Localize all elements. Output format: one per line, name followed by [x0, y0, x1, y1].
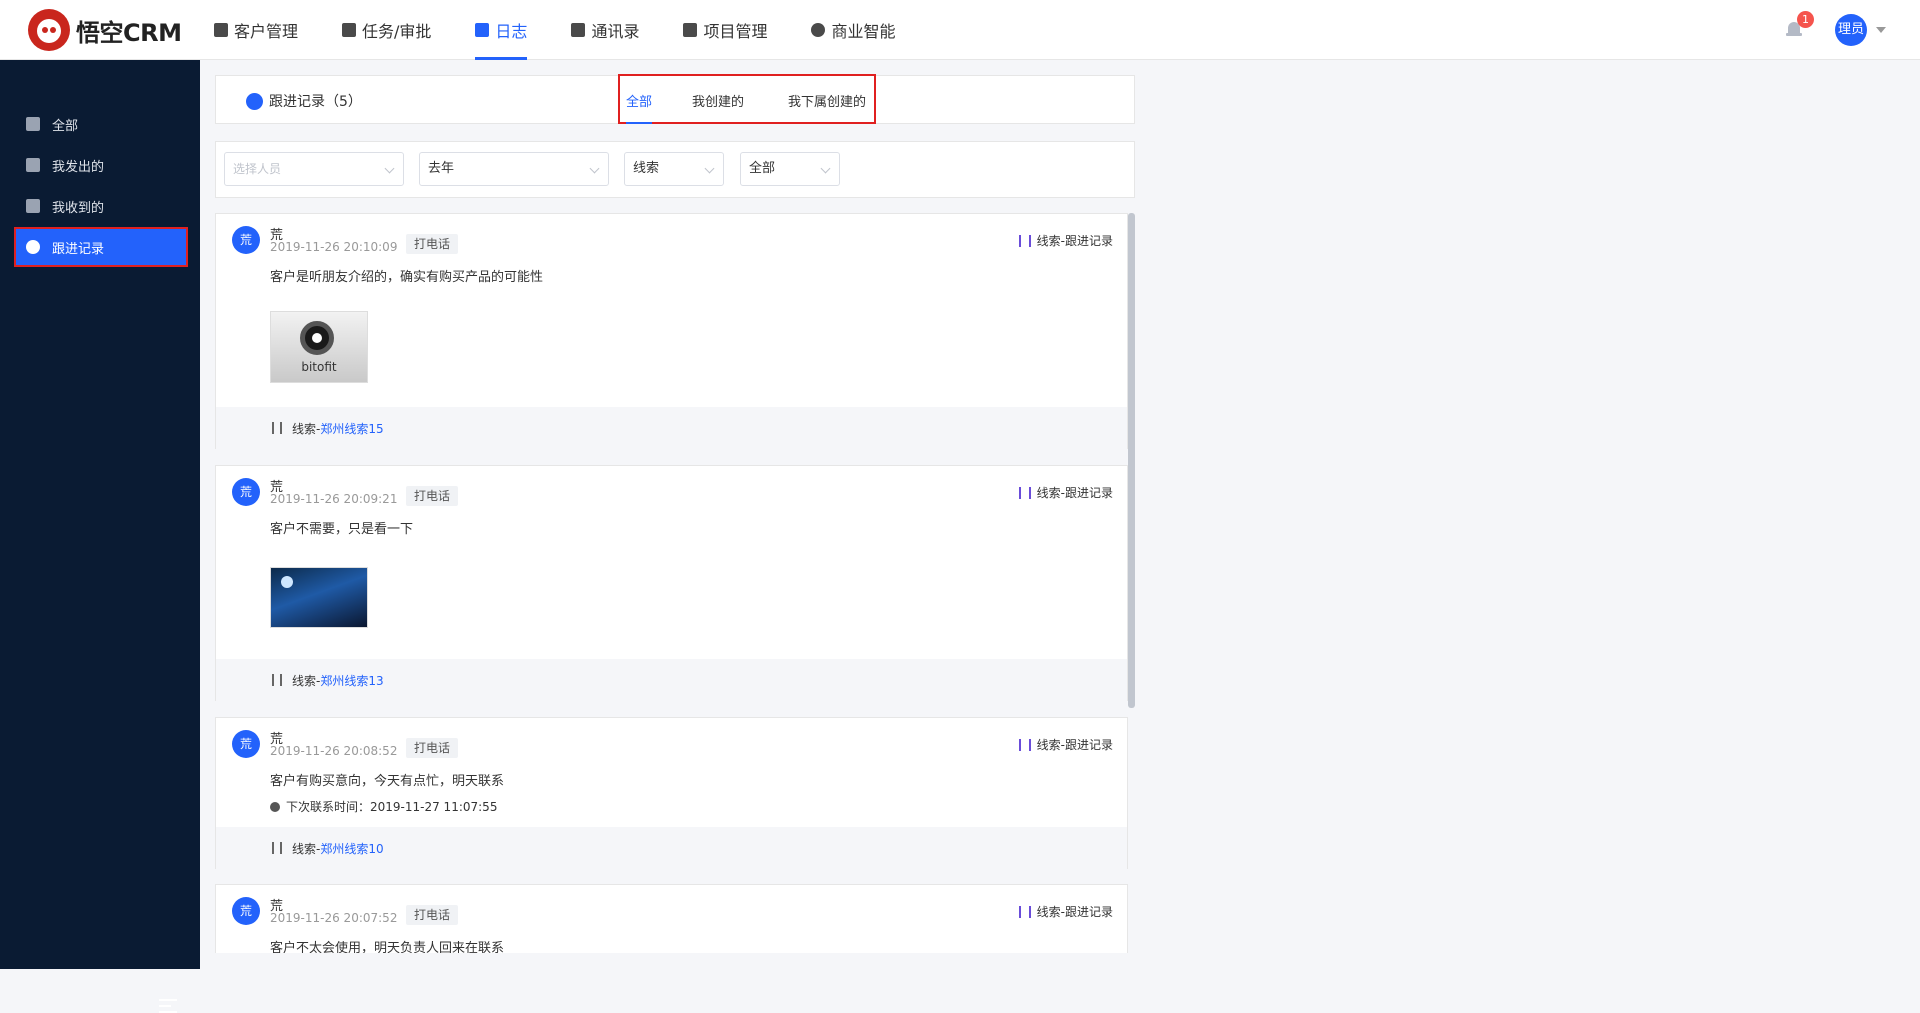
- time-range-select[interactable]: 去年: [419, 152, 609, 186]
- chat-icon: [26, 240, 40, 254]
- panel-title: 跟进记录（5）: [246, 91, 362, 111]
- caret-down-icon[interactable]: [1876, 27, 1886, 33]
- nav-customer-management[interactable]: 客户管理: [214, 0, 298, 60]
- activity-tag: 打电话: [406, 738, 459, 758]
- tab-created-by-me[interactable]: 我创建的: [692, 91, 744, 110]
- sidebar-item-follow-up[interactable]: 跟进记录: [14, 227, 188, 267]
- logo-text: 悟空CRM: [76, 18, 182, 47]
- chat-bubble-icon: [246, 92, 263, 110]
- record-time: 2019-11-26 20:07:52: [270, 911, 398, 925]
- main-nav: 客户管理 任务/审批 日志 通讯录 项目管理 商业智能: [214, 0, 939, 60]
- chevron-down-icon: [589, 163, 600, 174]
- record-origin: 线索-跟进记录: [1018, 484, 1113, 501]
- briefcase-icon: [342, 23, 357, 37]
- filter-bar: 选择人员 去年 线索 全部: [215, 141, 1135, 198]
- mail-icon: [26, 199, 40, 213]
- record-footer: 线索- 郑州线索10: [216, 827, 1127, 869]
- record-time: 2019-11-26 20:10:09: [270, 240, 398, 254]
- related-lead-link[interactable]: 郑州线索13: [320, 672, 383, 689]
- record-origin: 线索-跟进记录: [1018, 736, 1113, 753]
- nav-business-intelligence[interactable]: 商业智能: [811, 0, 895, 60]
- app-logo[interactable]: 悟空CRM: [28, 9, 182, 51]
- notification-badge: 1: [1797, 11, 1814, 28]
- activity-tag: 打电话: [406, 486, 459, 506]
- person-select[interactable]: 选择人员: [224, 152, 404, 186]
- record-time: 2019-11-26 20:08:52: [270, 744, 398, 758]
- nav-contacts[interactable]: 通讯录: [571, 0, 639, 60]
- record-card: 荒 荒 2019-11-26 20:10:09 打电话 线索-跟进记录 客户是听…: [215, 213, 1128, 449]
- sidebar-item-all[interactable]: 全部: [16, 106, 186, 142]
- bitofit-logo-icon: [300, 321, 334, 355]
- swap-icon: [272, 422, 282, 434]
- record-footer: 线索- 郑州线索13: [216, 659, 1127, 701]
- chevron-down-icon: [704, 163, 715, 174]
- sidebar-item-sent[interactable]: 我发出的: [16, 147, 186, 183]
- record-origin: 线索-跟进记录: [1018, 903, 1113, 920]
- attachment-image[interactable]: bitofit: [270, 311, 368, 383]
- nav-projects[interactable]: 项目管理: [683, 0, 767, 60]
- related-lead-link[interactable]: 郑州线索15: [320, 420, 383, 437]
- clock-icon: [270, 801, 280, 812]
- phone-book-icon: [571, 23, 586, 37]
- monkey-logo-icon: [28, 9, 70, 51]
- activity-tag: 打电话: [406, 905, 459, 925]
- log-icon: [475, 23, 490, 37]
- collapse-menu-icon[interactable]: [159, 999, 181, 1013]
- activity-tag: 打电话: [406, 234, 459, 254]
- nav-logs[interactable]: 日志: [475, 0, 528, 60]
- user-avatar[interactable]: 理员: [1835, 14, 1867, 46]
- tab-created-by-subordinates[interactable]: 我下属创建的: [788, 91, 866, 110]
- chevron-down-icon: [820, 163, 831, 174]
- tab-all[interactable]: 全部: [626, 91, 653, 124]
- avatar[interactable]: 荒: [232, 226, 260, 254]
- avatar[interactable]: 荒: [232, 478, 260, 506]
- avatar[interactable]: 荒: [232, 730, 260, 758]
- related-lead-link[interactable]: 郑州线索10: [320, 840, 383, 857]
- swap-icon: [272, 674, 282, 686]
- swap-icon: [272, 842, 282, 854]
- record-card: 荒 荒 2019-11-26 20:07:52 打电话 线索-跟进记录 客户不太…: [215, 884, 1128, 953]
- record-card: 荒 荒 2019-11-26 20:09:21 打电话 线索-跟进记录 客户不需…: [215, 465, 1128, 701]
- record-card: 荒 荒 2019-11-26 20:08:52 打电话 线索-跟进记录 客户有购…: [215, 717, 1128, 869]
- send-icon: [26, 158, 40, 172]
- sidebar: 全部 我发出的 我收到的 跟进记录: [0, 60, 200, 1013]
- avatar[interactable]: 荒: [232, 897, 260, 925]
- record-content: 客户是听朋友介绍的，确实有购买产品的可能性: [270, 270, 544, 285]
- record-content: 客户不需要，只是看一下: [270, 522, 414, 537]
- nav-tasks-approvals[interactable]: 任务/审批: [342, 0, 431, 60]
- attachment-image[interactable]: [270, 567, 368, 628]
- tab-group: 全部 我创建的 我下属创建的: [618, 74, 876, 124]
- image-caption: bitofit: [301, 360, 337, 374]
- moon-icon: [281, 576, 293, 588]
- record-content: 客户有购买意向，今天有点忙，明天联系: [270, 774, 505, 789]
- record-feed: 荒 荒 2019-11-26 20:10:09 打电话 线索-跟进记录 客户是听…: [215, 213, 1135, 953]
- record-footer: 线索- 郑州线索15: [216, 407, 1127, 449]
- chevron-down-icon: [384, 163, 395, 174]
- record-content: 客户不太会使用，明天负责人回来在联系: [270, 941, 505, 953]
- record-time: 2019-11-26 20:09:21: [270, 492, 398, 506]
- swap-icon: [1018, 234, 1031, 247]
- scope-select[interactable]: 全部: [740, 152, 840, 186]
- record-type-select[interactable]: 线索: [624, 152, 724, 186]
- record-origin: 线索-跟进记录: [1018, 232, 1113, 249]
- swap-icon: [1018, 905, 1031, 918]
- swap-icon: [1018, 486, 1031, 499]
- top-bar: 悟空CRM 客户管理 任务/审批 日志 通讯录 项目管理 商业智能 1 理员: [0, 0, 1920, 60]
- grid-icon: [26, 117, 40, 131]
- list-icon: [683, 23, 698, 37]
- next-contact-time: 下次联系时间：2019-11-27 11:07:55: [270, 798, 497, 815]
- feed-scrollbar[interactable]: [1128, 213, 1135, 708]
- shield-check-icon: [811, 23, 826, 37]
- building-icon: [214, 23, 228, 37]
- swap-icon: [1018, 738, 1031, 751]
- sidebar-item-received[interactable]: 我收到的: [16, 188, 186, 224]
